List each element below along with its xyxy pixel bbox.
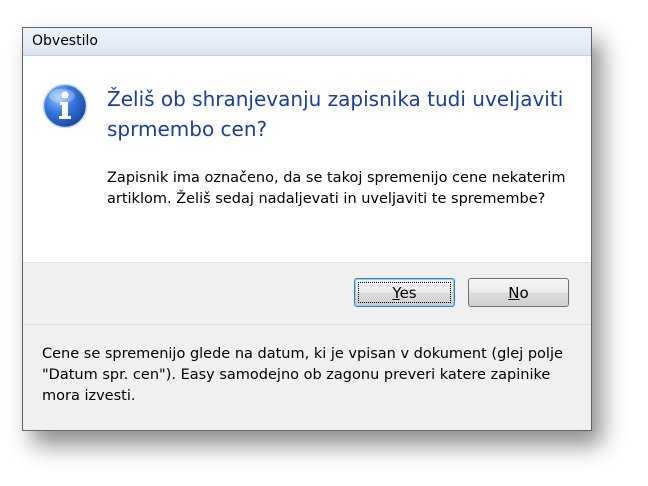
title-bar[interactable]: Obvestilo	[23, 28, 591, 56]
message-dialog: Obvestilo Želiš ob shranjevanju zapisnik…	[22, 27, 592, 431]
dialog-title: Obvestilo	[32, 33, 98, 49]
yes-mnemonic: Y	[392, 284, 400, 302]
dialog-message: Zapisnik ima označeno, da se takoj sprem…	[107, 170, 566, 207]
button-bar: Yes No	[23, 262, 591, 324]
footer-text: Cene se spremenijo glede na datum, ki je…	[42, 346, 563, 404]
no-button-label: No	[508, 284, 528, 302]
footer-area: Cene se spremenijo glede na datum, ki je…	[23, 324, 591, 430]
yes-button-label: Yes	[392, 284, 416, 302]
yes-button[interactable]: Yes	[354, 278, 455, 307]
no-button[interactable]: No	[468, 278, 569, 307]
no-mnemonic: N	[508, 284, 520, 302]
no-label-rest: o	[519, 284, 529, 302]
yes-label-rest: es	[399, 284, 417, 302]
main-instruction: Želiš ob shranjevanju zapisnika tudi uve…	[107, 87, 564, 141]
info-icon	[42, 83, 88, 129]
